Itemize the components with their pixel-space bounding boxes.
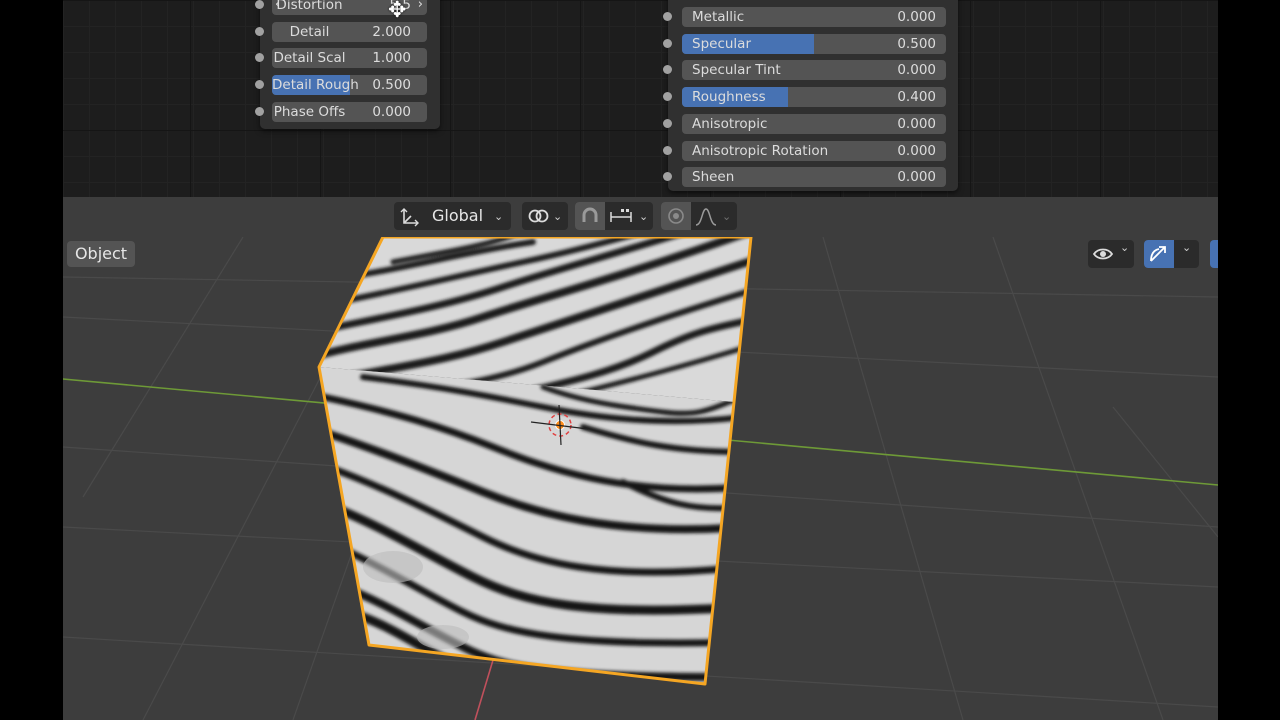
- 3d-viewport[interactable]: Object ⌄ ⌄: [63, 237, 1218, 720]
- snap-magnet-icon: [582, 207, 598, 222]
- input-socket[interactable]: [663, 12, 672, 21]
- field-label: Specular: [692, 35, 751, 52]
- transform-orientation-icon: [400, 208, 419, 227]
- field-label: Anisotropic Rotation: [692, 142, 829, 159]
- chevron-down-icon: ⌄: [494, 210, 504, 223]
- viewport-header: Global ⌄ ⌄ ⌄ ⌄: [63, 197, 1218, 237]
- field-label: Specular Tint: [692, 62, 781, 79]
- chevron-down-icon: ⌄: [553, 210, 563, 223]
- input-socket[interactable]: [663, 65, 672, 75]
- field-label: Metallic: [692, 9, 745, 25]
- socket-row: Sheen 0.000: [663, 166, 958, 188]
- socket-row: Detail 2.000: [255, 21, 440, 43]
- value-slider-field[interactable]: Specular Tint 0.000: [682, 60, 946, 81]
- field-value: 0.000: [897, 169, 936, 186]
- proportional-editing-group[interactable]: ⌄: [661, 202, 737, 230]
- field-value: 0.000: [897, 9, 936, 25]
- field-value: 0.500: [897, 35, 936, 52]
- field-value: 1.000: [372, 50, 411, 67]
- socket-row: Metallic 0.000: [663, 6, 958, 28]
- field-value: 0.500: [372, 77, 411, 94]
- input-socket[interactable]: [255, 26, 264, 36]
- falloff-curve-icon: [695, 208, 717, 226]
- socket-row: Distortion 5.5 ‹ ›: [255, 0, 440, 16]
- field-value: 2.000: [372, 23, 411, 40]
- field-label: Roughness: [692, 89, 766, 106]
- input-socket[interactable]: [255, 53, 264, 63]
- field-label: Detail Scal: [273, 50, 346, 67]
- input-socket[interactable]: [663, 145, 672, 155]
- field-value: 0.000: [372, 103, 411, 120]
- value-slider-field[interactable]: Detail Scal 1.000: [272, 48, 427, 69]
- snapping-group[interactable]: ⌄: [575, 202, 653, 230]
- field-label: Detail: [289, 23, 330, 40]
- object-mode-button[interactable]: Object: [67, 241, 135, 267]
- field-label: Phase Offs: [273, 103, 346, 120]
- socket-row: Anisotropic Rotation 0.000: [663, 140, 958, 162]
- shader-node-editor[interactable]: Distortion 5.5 ‹ › Detail 2.000 Detail Scal 1.0…: [63, 0, 1218, 197]
- value-slider-field[interactable]: Anisotropic Rotation 0.000: [682, 140, 946, 161]
- viewport-scene[interactable]: [63, 237, 1218, 720]
- gizmo-dropdown[interactable]: ⌄: [1144, 240, 1199, 268]
- socket-row: Detail Scal 1.000: [255, 47, 440, 69]
- field-value: 0.000: [897, 115, 936, 132]
- field-label: Distortion: [276, 0, 343, 13]
- decrement-arrow[interactable]: ‹: [275, 0, 280, 15]
- field-value: 0.000: [897, 62, 936, 79]
- value-slider-field[interactable]: Detail 2.000: [272, 21, 427, 42]
- field-value: 0.400: [897, 89, 936, 106]
- socket-row: Specular 0.500: [663, 33, 958, 55]
- chevron-down-icon: ⌄: [1182, 241, 1192, 254]
- value-slider-field[interactable]: Anisotropic 0.000: [682, 113, 946, 134]
- field-label: Sheen: [692, 169, 735, 186]
- input-socket[interactable]: [255, 0, 264, 9]
- overlays-icon: [1092, 248, 1114, 260]
- chevron-down-icon: ⌄: [1120, 241, 1130, 254]
- increment-arrow[interactable]: ›: [418, 0, 423, 15]
- blender-window: Distortion 5.5 ‹ › Detail 2.000 Detail Scal 1.0…: [63, 0, 1218, 720]
- overlays-dropdown[interactable]: ⌄: [1088, 240, 1134, 268]
- socket-row: Phase Offs 0.000: [255, 101, 440, 123]
- pivot-point-dropdown[interactable]: ⌄: [522, 202, 568, 230]
- viewport-shading-button[interactable]: [1210, 240, 1218, 268]
- orientation-label: Global: [432, 206, 484, 225]
- snap-increment-icon: [610, 209, 632, 222]
- value-slider-field[interactable]: Roughness 0.400: [682, 87, 946, 108]
- input-socket[interactable]: [255, 106, 264, 116]
- proportional-edit-toggle[interactable]: [661, 202, 691, 230]
- input-socket[interactable]: [663, 38, 672, 48]
- principled-bsdf-node[interactable]: Metallic 0.000 Specular 0.500 Specular Tint 0…: [663, 0, 958, 191]
- chevron-down-icon: ⌄: [639, 210, 649, 223]
- mode-label: Object: [74, 244, 128, 263]
- proportional-edit-icon: [668, 208, 684, 224]
- value-slider-field[interactable]: Specular 0.500: [682, 33, 946, 54]
- value-slider-field[interactable]: Sheen 0.000: [682, 167, 946, 188]
- socket-row: Roughness 0.400: [663, 86, 958, 108]
- gizmo-toggle[interactable]: [1144, 240, 1174, 268]
- socket-row: Specular Tint 0.000: [663, 59, 958, 81]
- input-socket[interactable]: [663, 172, 672, 182]
- field-label: Detail Rough: [272, 77, 359, 94]
- input-socket[interactable]: [663, 118, 672, 128]
- input-socket[interactable]: [255, 80, 264, 90]
- chevron-down-icon: ⌄: [722, 210, 732, 223]
- socket-row: Anisotropic 0.000: [663, 113, 958, 135]
- field-label: Anisotropic: [692, 115, 768, 132]
- value-slider-field[interactable]: Phase Offs 0.000: [272, 101, 427, 122]
- pivot-point-icon: [528, 209, 549, 223]
- socket-row: Detail Rough 0.500: [255, 74, 440, 96]
- noise-texture-node[interactable]: Distortion 5.5 ‹ › Detail 2.000 Detail Scal 1.0…: [255, 0, 440, 129]
- input-socket[interactable]: [663, 92, 672, 102]
- value-slider-field[interactable]: Metallic 0.000: [682, 7, 946, 27]
- move-cursor-icon: ✥: [388, 0, 407, 23]
- gizmo-icon: [1150, 246, 1166, 262]
- transform-orientation-dropdown[interactable]: Global ⌄: [394, 202, 511, 230]
- field-value: 0.000: [897, 142, 936, 159]
- value-slider-field[interactable]: Detail Rough 0.500: [272, 75, 427, 96]
- snap-toggle[interactable]: [575, 202, 605, 230]
